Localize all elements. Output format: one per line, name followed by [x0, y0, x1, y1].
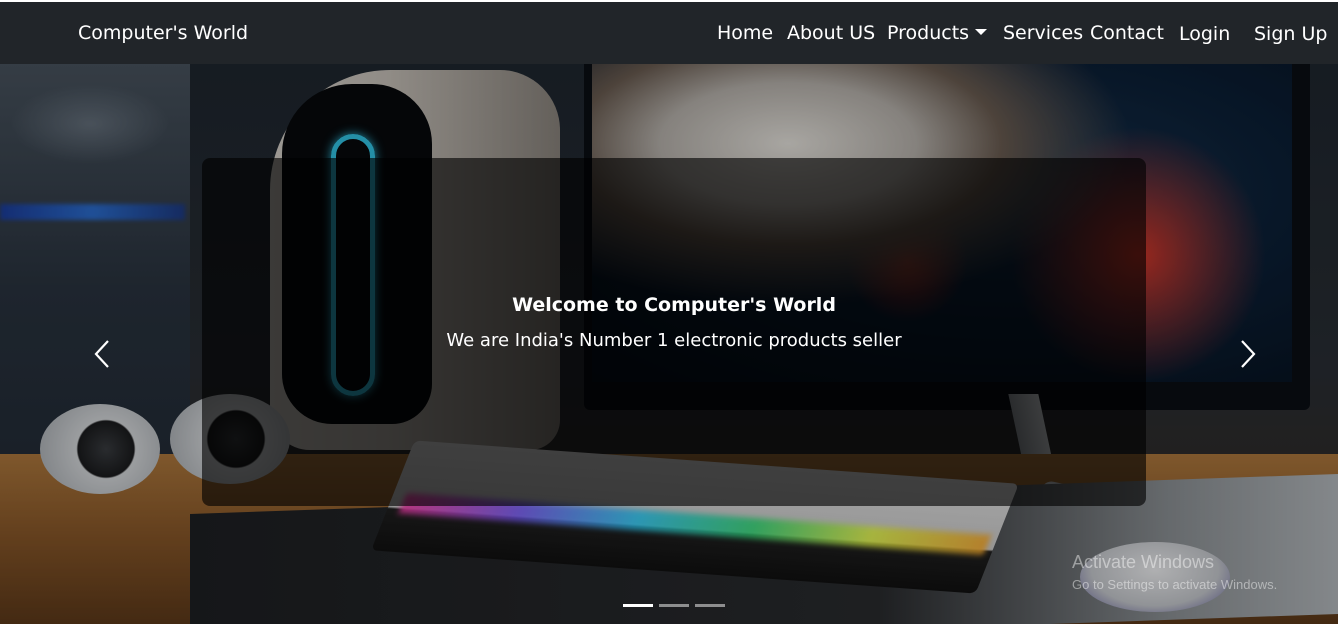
carousel-prev-button[interactable]	[82, 334, 122, 374]
nav-products-dropdown[interactable]: Products	[887, 22, 988, 44]
windows-activation-watermark: Activate Windows Go to Settings to activ…	[1072, 552, 1277, 592]
nav-products-label: Products	[887, 22, 970, 44]
nav-services-link[interactable]: Services	[1003, 22, 1083, 44]
login-button[interactable]: Login	[1179, 23, 1230, 45]
caret-down-icon	[975, 29, 988, 35]
hero-carousel: Welcome to Computer's World We are India…	[0, 64, 1338, 624]
carousel-indicator-3[interactable]	[695, 604, 725, 607]
carousel-caption: Welcome to Computer's World We are India…	[202, 158, 1146, 506]
carousel-next-button[interactable]	[1228, 334, 1268, 374]
chevron-left-icon	[94, 340, 109, 368]
signup-button[interactable]: Sign Up	[1254, 23, 1327, 45]
chevron-right-icon	[1241, 340, 1256, 368]
watermark-title: Activate Windows	[1072, 552, 1215, 572]
navbar: Computer's World Home About US Products …	[0, 2, 1338, 64]
caption-title: Welcome to Computer's World	[512, 294, 836, 316]
carousel-indicator-1[interactable]	[623, 604, 653, 607]
nav-home-link[interactable]: Home	[717, 22, 773, 44]
carousel-indicators	[623, 604, 725, 608]
nav-contact-link[interactable]: Contact	[1090, 22, 1164, 44]
caption-text: We are India's Number 1 electronic produ…	[446, 330, 902, 351]
nav-links: Home About US Products Services Contact …	[0, 2, 1338, 64]
watermark-subtitle: Go to Settings to activate Windows.	[1072, 577, 1278, 592]
carousel-indicator-2[interactable]	[659, 604, 689, 607]
nav-about-link[interactable]: About US	[787, 22, 875, 44]
